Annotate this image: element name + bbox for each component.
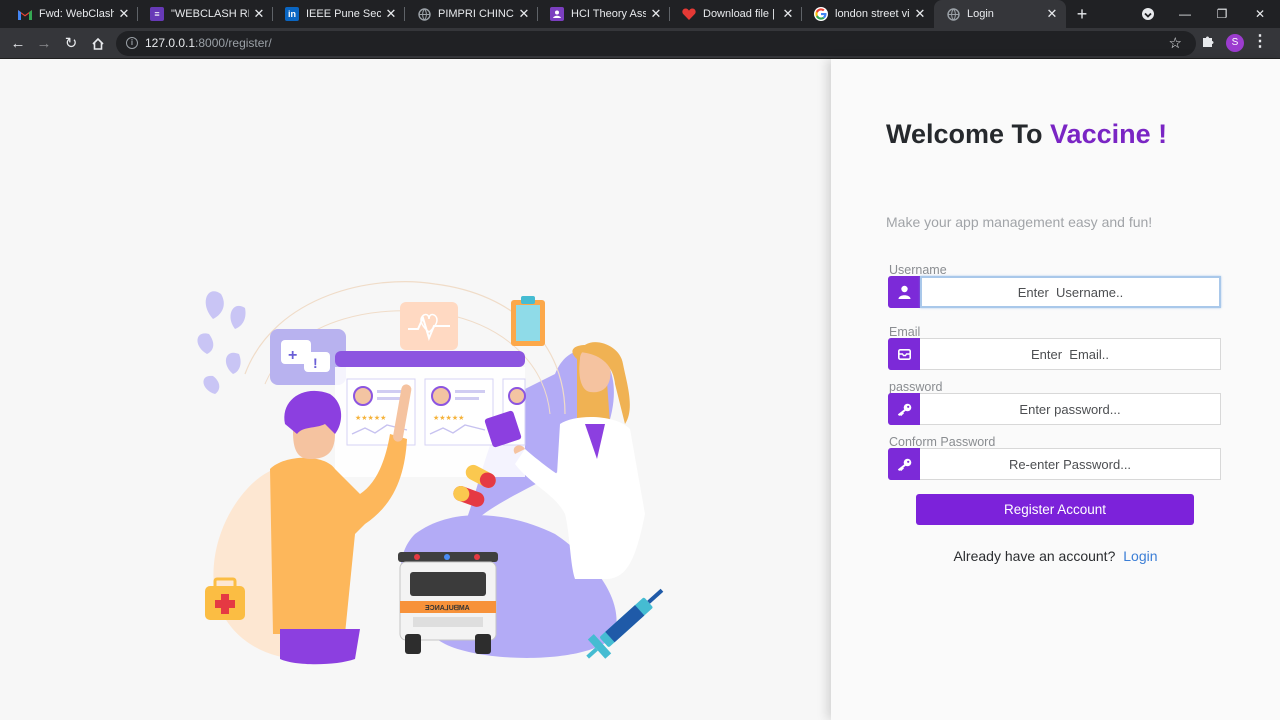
tab-close-icon[interactable]: ✕ <box>1042 6 1062 22</box>
register-panel: Welcome To Vaccine ! Make your app manag… <box>831 59 1280 720</box>
tab-title: Login <box>967 8 994 20</box>
forms-icon: ≡ <box>150 7 164 21</box>
tab-login-active[interactable]: Login ✕ <box>934 0 1066 28</box>
username-label: Username <box>889 263 947 277</box>
key-icon <box>888 448 920 480</box>
password-label: password <box>889 380 943 394</box>
tab-close-icon[interactable]: ✕ <box>249 6 269 22</box>
tab-close-icon[interactable]: ✕ <box>646 6 666 22</box>
email-field-group <box>888 338 1221 370</box>
heart-icon <box>682 7 696 21</box>
tab-title: "WEBCLASH REGI <box>171 8 249 20</box>
brand-name: Vaccine ! <box>1050 119 1168 149</box>
confirm-password-label: Conform Password <box>889 435 996 449</box>
classroom-icon <box>550 7 564 21</box>
welcome-heading: Welcome To Vaccine ! <box>886 119 1168 149</box>
confirm-password-input[interactable] <box>920 448 1221 480</box>
svg-text:+: + <box>288 347 297 364</box>
tab-london[interactable]: london street view ✕ <box>802 0 934 28</box>
email-input[interactable] <box>920 338 1221 370</box>
tab-forms[interactable]: ≡ "WEBCLASH REGI ✕ <box>138 0 273 28</box>
tab-close-icon[interactable]: ✕ <box>514 6 534 22</box>
home-icon[interactable] <box>87 33 109 55</box>
restore-button[interactable]: ❐ <box>1204 0 1240 28</box>
tab-title: Fwd: WebClash: Fi <box>39 8 114 20</box>
svg-text:ƎƆИA⅃UᗺMA: ƎƆИA⅃UᗺMA <box>425 604 470 612</box>
tab-title: PIMPRI CHINCHW <box>438 8 514 20</box>
signin-row: Already have an account? Login <box>831 548 1280 564</box>
tab-gmail[interactable]: Fwd: WebClash: Fi ✕ <box>6 0 138 28</box>
profile-avatar[interactable]: S <box>1226 34 1244 52</box>
confirm-password-field-group <box>888 448 1221 480</box>
gmail-icon <box>18 7 32 21</box>
tab-hci[interactable]: HCI Theory Assign ✕ <box>538 0 670 28</box>
globe-icon <box>417 7 431 21</box>
username-input[interactable] <box>920 276 1221 308</box>
linkedin-icon: in <box>285 7 299 21</box>
tab-close-icon[interactable]: ✕ <box>910 6 930 22</box>
extensions-puzzle-icon[interactable] <box>1200 34 1216 50</box>
ambulance-icon: ƎƆИA⅃UᗺMA <box>398 552 498 654</box>
password-field-group <box>888 393 1221 425</box>
tab-close-icon[interactable]: ✕ <box>114 6 134 22</box>
tab-search-icon[interactable] <box>1142 8 1154 20</box>
register-page: + ! ★★★★★ ★★★★★ ƎƆИA⅃UᗺMA Welcome To Vac… <box>0 59 1280 720</box>
register-account-button[interactable]: Register Account <box>916 494 1194 525</box>
tab-title: Download file | iL <box>703 8 778 20</box>
tab-download[interactable]: Download file | iL ✕ <box>670 0 802 28</box>
leaf-branch-icon <box>197 291 246 394</box>
back-arrow-icon[interactable]: ← <box>7 33 29 55</box>
google-icon <box>814 7 828 21</box>
vaccine-illustration: + ! ★★★★★ ★★★★★ ƎƆИA⅃UᗺMA <box>197 281 664 665</box>
bookmark-star-icon[interactable]: ☆ <box>1169 34 1182 52</box>
login-link[interactable]: Login <box>1123 548 1157 564</box>
tab-close-icon[interactable]: ✕ <box>778 6 798 22</box>
browser-toolbar: ← → ↻ i 127.0.0.1:8000/register/ ☆ <box>0 28 1280 59</box>
new-tab-button[interactable]: + <box>1072 4 1092 24</box>
user-icon <box>888 276 920 308</box>
tab-title: IEEE Pune Section <box>306 8 381 20</box>
address-bar[interactable]: i 127.0.0.1:8000/register/ ☆ <box>116 31 1196 56</box>
site-info-icon[interactable]: i <box>126 37 138 49</box>
envelope-icon <box>888 338 920 370</box>
globe-icon <box>946 7 960 21</box>
tab-pimpri[interactable]: PIMPRI CHINCHW ✕ <box>405 0 538 28</box>
tab-close-icon[interactable]: ✕ <box>381 6 401 22</box>
password-input[interactable] <box>920 393 1221 425</box>
tagline: Make your app management easy and fun! <box>886 214 1153 230</box>
svg-text:!: ! <box>313 355 318 371</box>
username-field-group <box>888 276 1221 308</box>
tab-title: london street view <box>835 8 910 20</box>
reload-icon[interactable]: ↻ <box>60 33 82 55</box>
url-text: 127.0.0.1:8000/register/ <box>145 36 272 50</box>
tab-linkedin[interactable]: in IEEE Pune Section ✕ <box>273 0 405 28</box>
browser-tab-strip: Fwd: WebClash: Fi ✕ ≡ "WEBCLASH REGI ✕ i… <box>0 0 1280 28</box>
svg-text:★★★★★: ★★★★★ <box>355 414 386 422</box>
svg-text:★★★★★: ★★★★★ <box>433 414 464 422</box>
window-close-button[interactable]: ✕ <box>1242 0 1278 28</box>
forward-arrow-icon[interactable]: → <box>33 33 55 55</box>
chrome-menu-icon[interactable]: ⋮ <box>1252 32 1268 52</box>
signin-prompt: Already have an account? <box>953 548 1116 564</box>
key-icon <box>888 393 920 425</box>
minimize-button[interactable]: — <box>1167 0 1203 28</box>
email-label: Email <box>889 325 921 339</box>
tab-title: HCI Theory Assign <box>571 8 646 20</box>
